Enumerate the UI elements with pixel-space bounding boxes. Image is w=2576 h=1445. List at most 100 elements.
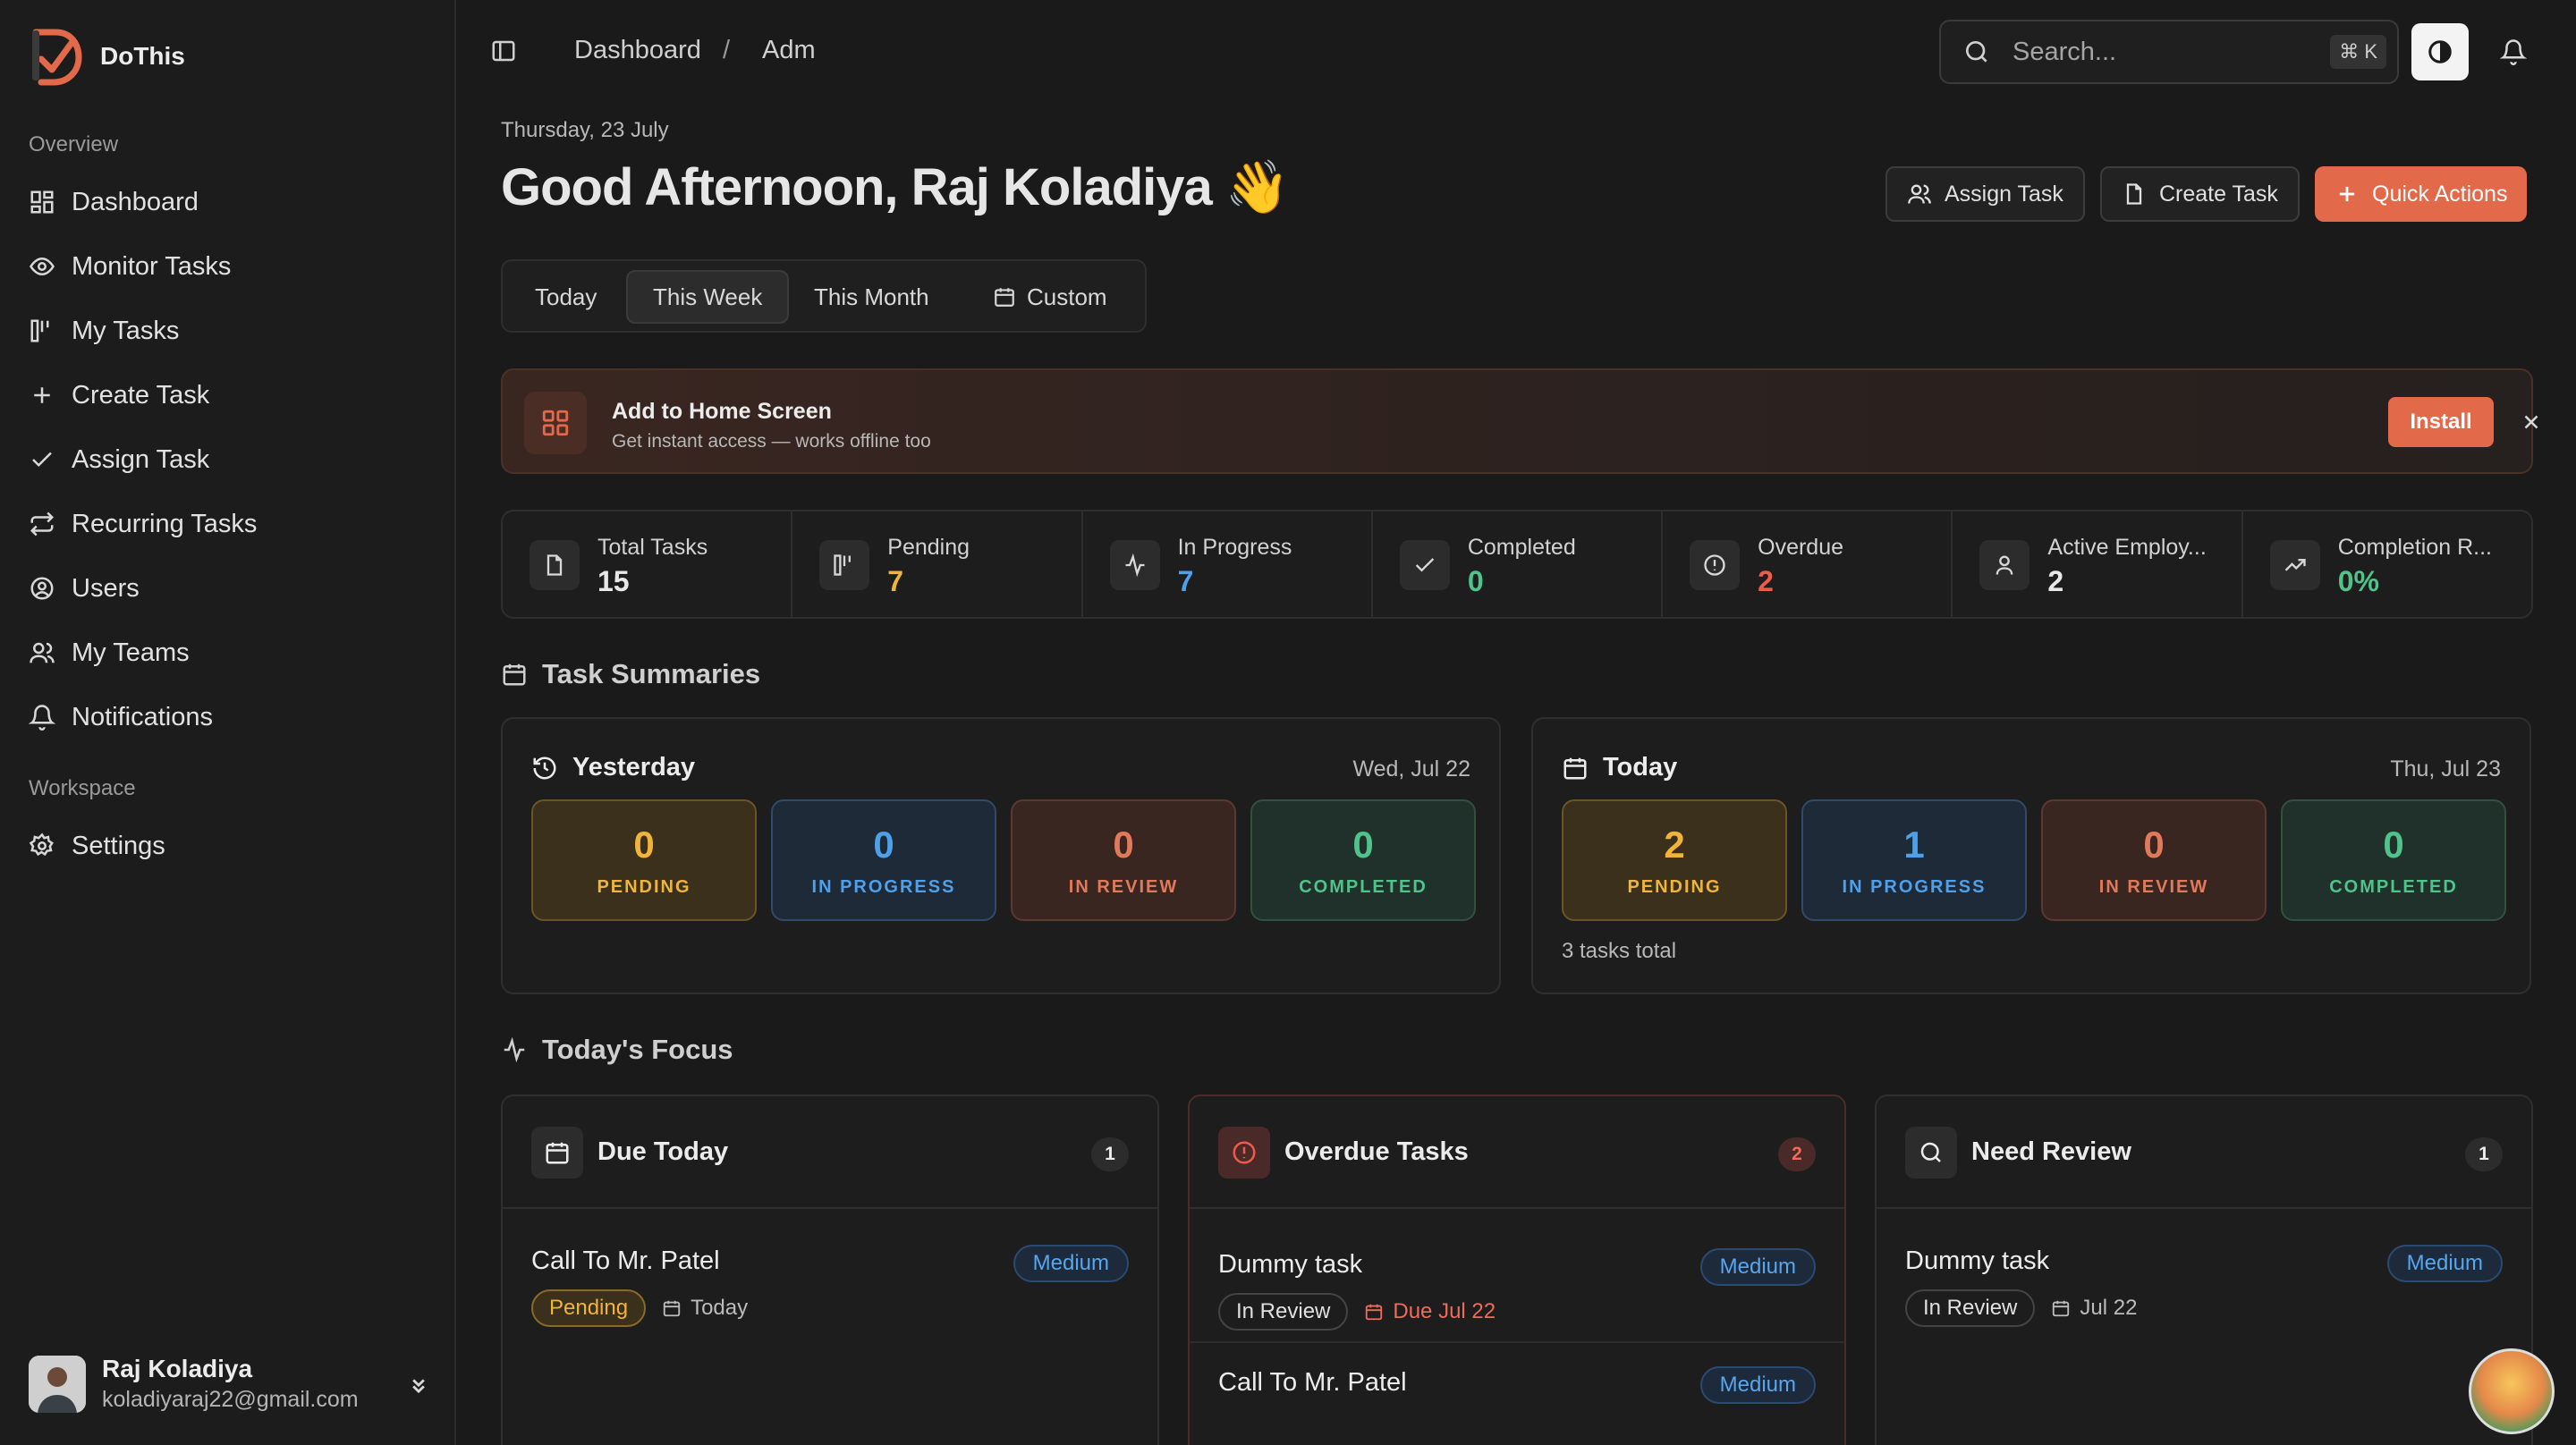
stat-active-employees[interactable]: Active Employ... 2: [1953, 511, 2243, 617]
install-button[interactable]: Install: [2388, 397, 2494, 447]
sidebar-nav: Dashboard Monitor Tasks My Tasks Create …: [29, 170, 431, 749]
task-meta: Pending Today: [531, 1289, 748, 1327]
history-icon: [533, 756, 556, 779]
stat-pending[interactable]: Pending 7: [792, 511, 1083, 617]
tile-completed[interactable]: 0 COMPLETED: [1250, 799, 1476, 921]
avatar: [29, 1355, 86, 1413]
plus-icon: [34, 387, 50, 403]
sidebar-item-monitor-tasks[interactable]: Monitor Tasks: [29, 234, 431, 299]
users-icon: [1908, 184, 1931, 204]
focus-due-today: Due Today 1 Call To Mr. Patel Medium Pen…: [501, 1094, 1159, 1445]
stat-total-tasks[interactable]: Total Tasks 15: [503, 511, 793, 617]
tile-count: 0: [1113, 823, 1134, 866]
focus-header: Need Review 1: [1877, 1096, 2531, 1209]
tile-label: IN PROGRESS: [811, 876, 956, 897]
tile-count: 1: [1903, 823, 1925, 866]
sidebar-item-create-task[interactable]: Create Task: [29, 363, 431, 427]
notifications-button[interactable]: [2485, 23, 2542, 80]
task-meta: In Review Due Jul 22: [1218, 1293, 1496, 1331]
assign-task-label: Assign Task: [1945, 181, 2063, 207]
tile-in-progress[interactable]: 1 IN PROGRESS: [1801, 799, 2027, 921]
tile-in-review[interactable]: 0 IN REVIEW: [2041, 799, 2267, 921]
sidebar-item-users[interactable]: Users: [29, 556, 431, 621]
main-content: Dashboard / Adm Search... ⌘ K Thursday, …: [458, 0, 2576, 1445]
user-icon: [1979, 540, 2030, 590]
breadcrumb-current[interactable]: Adm: [762, 36, 816, 65]
tab-this-month[interactable]: This Month: [789, 270, 954, 324]
summary-title: Today: [1603, 753, 1678, 782]
focus-title: Overdue Tasks: [1284, 1137, 1469, 1166]
sidebar-item-recurring-tasks[interactable]: Recurring Tasks: [29, 492, 431, 556]
sidebar-item-label: My Teams: [72, 638, 190, 667]
priority-badge: Medium: [1699, 1248, 1816, 1286]
todays-focus-heading: Today's Focus: [501, 1034, 733, 1066]
task-item[interactable]: Dummy task Medium In Review Jul 22: [1877, 1209, 2531, 1343]
tab-custom[interactable]: Custom: [968, 270, 1132, 324]
tile-in-progress[interactable]: 0 IN PROGRESS: [771, 799, 996, 921]
sidebar-item-label: Users: [72, 573, 140, 603]
stat-overdue[interactable]: Overdue 2: [1663, 511, 1953, 617]
create-task-button[interactable]: Create Task: [2100, 166, 2300, 222]
brand[interactable]: DoThis: [29, 27, 185, 86]
calendar-icon: [1366, 1304, 1383, 1321]
task-due-date: Due Jul 22: [1364, 1299, 1496, 1324]
tab-custom-label: Custom: [1027, 283, 1107, 310]
sidebar-item-dashboard[interactable]: Dashboard: [29, 170, 431, 234]
stat-label: Total Tasks: [597, 535, 708, 560]
users-icon: [30, 642, 55, 663]
summary-tiles: 0 PENDING 0 IN PROGRESS 0 IN REVIEW 0 COMPLE…: [531, 799, 1476, 921]
calendar-icon: [995, 288, 1014, 307]
sidebar-item-my-teams[interactable]: My Teams: [29, 621, 431, 685]
task-item[interactable]: Call To Mr. Patel Medium Pending Today: [503, 1209, 1157, 1343]
status-badge: Pending: [531, 1289, 647, 1327]
stat-completed[interactable]: Completed 0: [1373, 511, 1664, 617]
sidebar-item-notifications[interactable]: Notifications: [29, 685, 431, 749]
stat-value: 7: [887, 565, 904, 597]
floating-assistant-button[interactable]: [2469, 1348, 2555, 1434]
tab-this-week[interactable]: This Week: [626, 270, 790, 324]
theme-toggle-button[interactable]: [2411, 23, 2469, 80]
tile-pending[interactable]: 0 PENDING: [531, 799, 757, 921]
assign-task-button[interactable]: Assign Task: [1885, 166, 2085, 222]
sidebar-item-settings[interactable]: Settings: [29, 814, 431, 878]
tile-in-review[interactable]: 0 IN REVIEW: [1011, 799, 1236, 921]
search-input[interactable]: Search... ⌘ K: [1939, 20, 2399, 84]
breadcrumb-separator: /: [723, 36, 731, 64]
stat-completion-rate[interactable]: Completion R... 0%: [2243, 511, 2531, 617]
alert-circle-icon: [1690, 540, 1741, 590]
sidebar-toggle-icon[interactable]: [490, 38, 517, 64]
status-badge: In Review: [1218, 1293, 1349, 1331]
tab-today[interactable]: Today: [510, 270, 622, 324]
tile-pending[interactable]: 2 PENDING: [1562, 799, 1787, 921]
overview-label: Overview: [29, 132, 119, 156]
tile-completed[interactable]: 0 COMPLETED: [2281, 799, 2506, 921]
quick-actions-button[interactable]: Quick Actions: [2315, 166, 2528, 222]
stat-in-progress[interactable]: In Progress 7: [1083, 511, 1373, 617]
close-icon[interactable]: [2513, 404, 2549, 440]
status-badge: In Review: [1905, 1289, 2036, 1327]
task-due-date: Today: [662, 1296, 748, 1321]
breadcrumb-dashboard[interactable]: Dashboard: [574, 36, 701, 65]
install-banner-subtitle: Get instant access — works offline too: [612, 431, 931, 452]
tile-count: 0: [873, 823, 894, 866]
tile-label: IN REVIEW: [1068, 876, 1179, 897]
search-placeholder: Search...: [2012, 37, 2117, 66]
focus-header: Overdue Tasks 2: [1190, 1096, 1844, 1209]
user-menu[interactable]: Raj Koladiya koladiyaraj22@gmail.com: [29, 1355, 431, 1413]
summary-today: Today Thu, Jul 23 2 PENDING 1 IN PROGRESS …: [1531, 717, 2531, 994]
user-name: Raj Koladiya: [102, 1355, 253, 1382]
plus-icon: [2339, 186, 2355, 202]
focus-title: Due Today: [597, 1137, 729, 1166]
summary-tiles: 2 PENDING 1 IN PROGRESS 0 IN REVIEW 0 COMPLE…: [1562, 799, 2506, 921]
sidebar-item-my-tasks[interactable]: My Tasks: [29, 299, 431, 363]
chevrons-up-down-icon[interactable]: [406, 1372, 431, 1397]
sidebar-item-assign-task[interactable]: Assign Task: [29, 427, 431, 492]
stat-value: 0: [1467, 565, 1484, 597]
task-item[interactable]: Dummy task Medium In Review Due Jul 22: [1190, 1209, 1844, 1343]
dothis-logo-icon: [32, 29, 82, 86]
sidebar-item-label: Notifications: [72, 702, 213, 731]
shortcut-badge: ⌘ K: [2330, 35, 2386, 69]
task-item[interactable]: Call To Mr. Patel Medium: [1190, 1343, 1844, 1445]
priority-badge: Medium: [2386, 1245, 2503, 1282]
stat-label: In Progress: [1177, 535, 1292, 560]
